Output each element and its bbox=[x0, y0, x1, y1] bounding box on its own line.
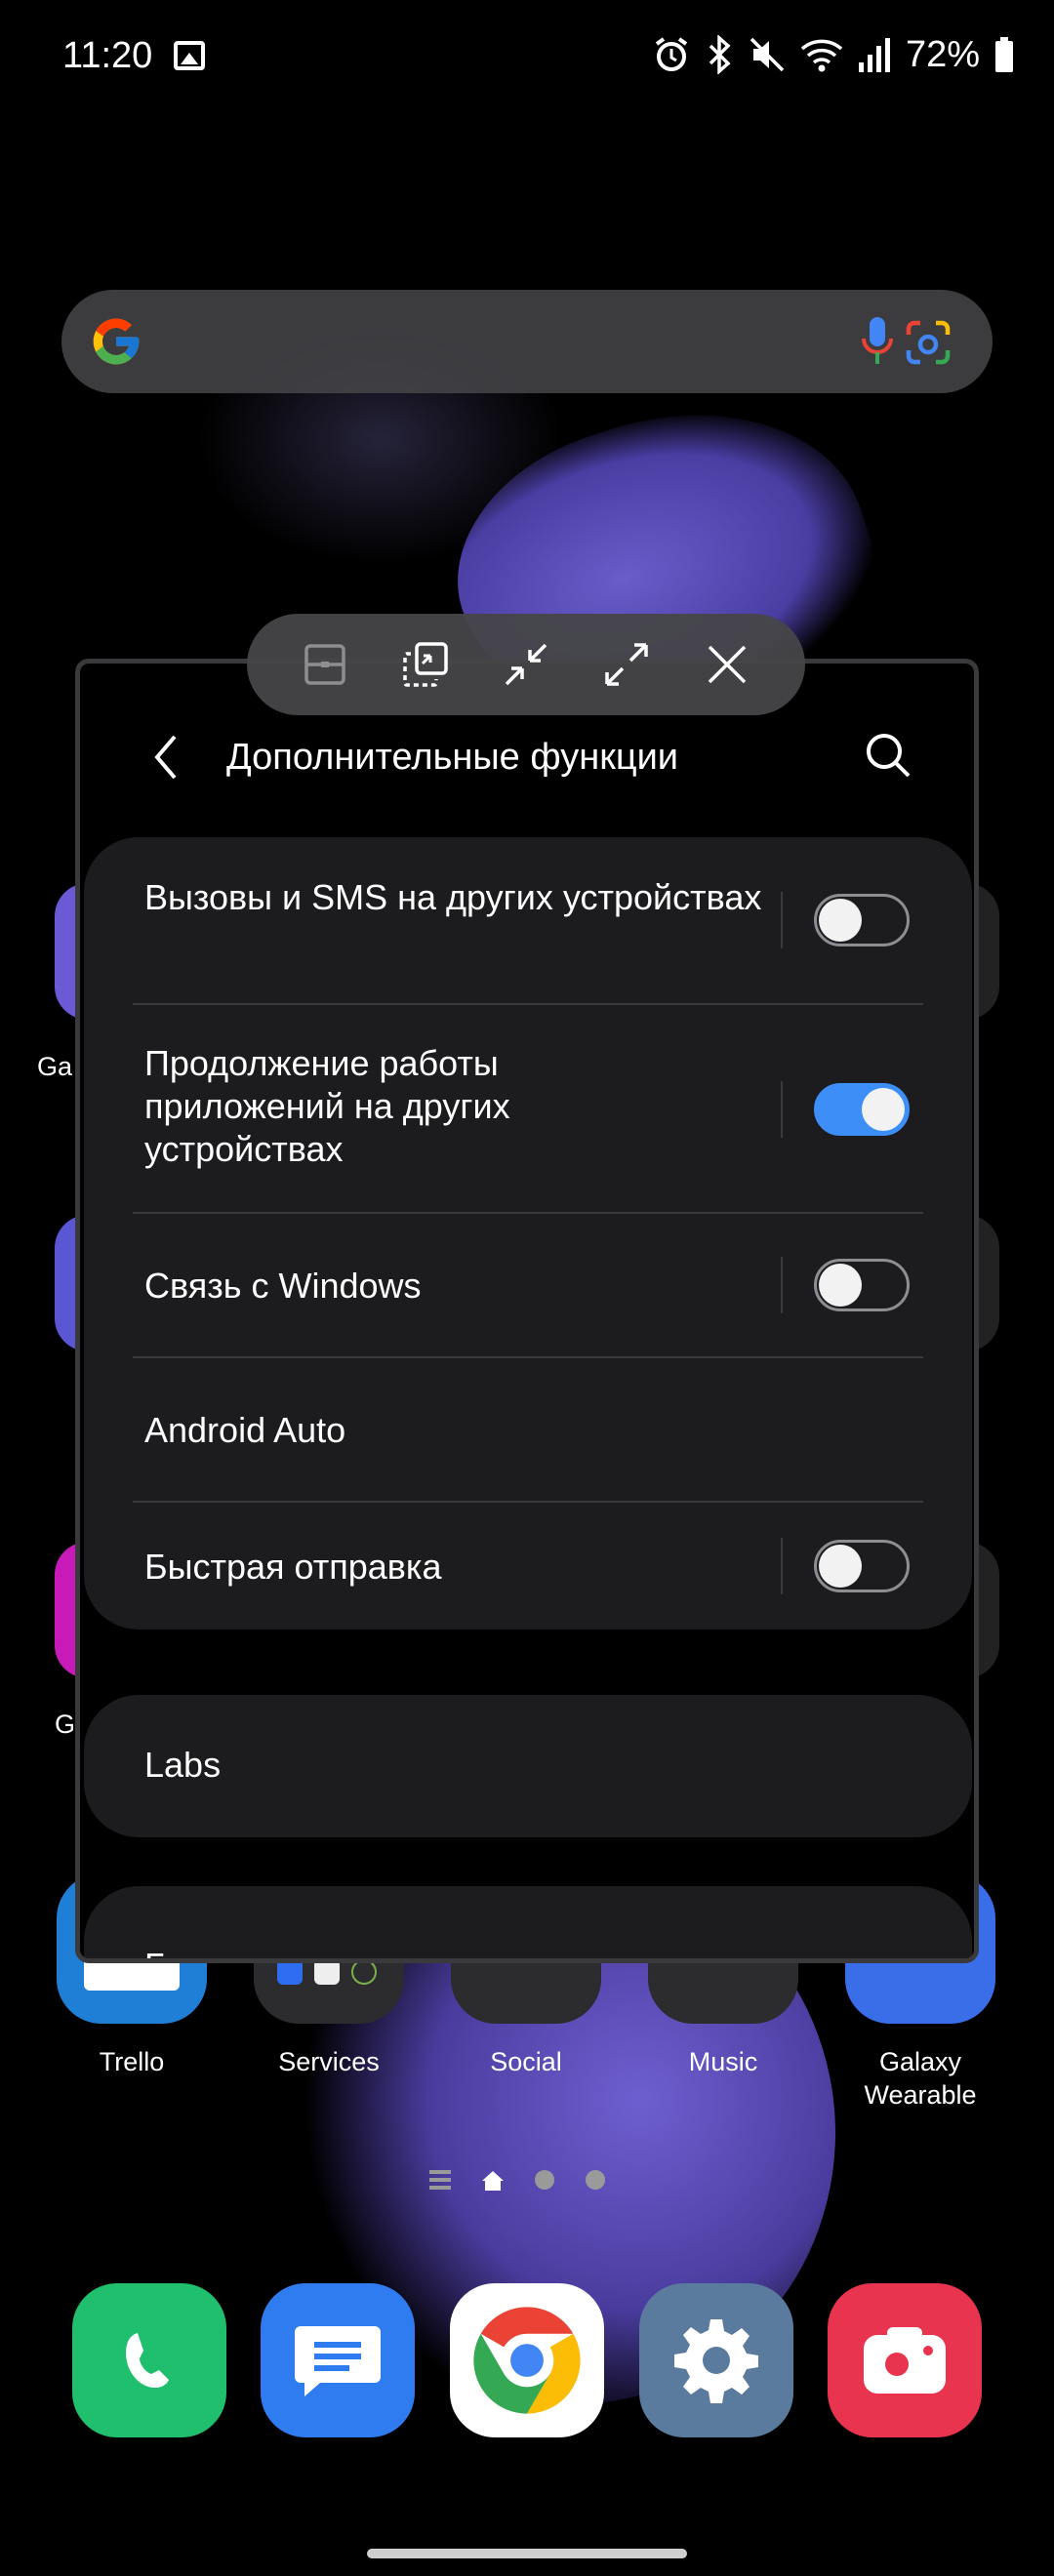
popup-window: Дополнительные функции Вызовы и SMS на д… bbox=[75, 659, 979, 1963]
wifi-icon bbox=[800, 39, 843, 72]
app-label: Ga bbox=[37, 1052, 73, 1081]
status-bar: 11:20 72% bbox=[0, 0, 1054, 117]
page-title: Дополнительные функции bbox=[226, 737, 679, 778]
page-dot bbox=[535, 2170, 554, 2190]
close-button[interactable] bbox=[688, 625, 766, 704]
clock: 11:20 bbox=[62, 35, 153, 76]
app-label: Social bbox=[490, 2047, 562, 2076]
camera-app-icon[interactable] bbox=[828, 2283, 983, 2437]
phone-app-icon[interactable] bbox=[71, 2283, 226, 2437]
setting-label: Быстрая отправка bbox=[144, 1547, 442, 1587]
page-dot bbox=[586, 2170, 605, 2190]
divider bbox=[781, 892, 783, 948]
setting-label: Связь с Windows bbox=[144, 1266, 422, 1306]
split-view-button[interactable] bbox=[286, 625, 364, 704]
setting-row-android-auto[interactable]: Android Auto bbox=[84, 1358, 972, 1501]
page-indicator[interactable] bbox=[429, 2170, 605, 2191]
app-label: Galaxy Wearable bbox=[864, 2047, 977, 2110]
setting-label: Labs bbox=[144, 1745, 222, 1785]
app-label: Music bbox=[688, 2047, 758, 2076]
divider bbox=[781, 1538, 783, 1594]
messages-app-icon[interactable] bbox=[261, 2283, 416, 2437]
message-icon bbox=[295, 2326, 382, 2396]
toggle-switch-off[interactable] bbox=[814, 1540, 910, 1592]
minimize-icon bbox=[505, 643, 547, 686]
setting-row-quick-share[interactable]: Быстрая отправка bbox=[84, 1503, 972, 1630]
chrome-app-icon[interactable] bbox=[449, 2283, 604, 2437]
image-notification-icon bbox=[174, 41, 205, 70]
battery-percent: 72% bbox=[905, 33, 980, 75]
google-g-logo bbox=[93, 318, 140, 365]
minimize-button[interactable] bbox=[487, 625, 565, 704]
mute-icon bbox=[750, 37, 785, 72]
setting-row-continue-apps[interactable]: Продолжение работы приложений на других … bbox=[84, 1005, 972, 1212]
battery-icon bbox=[995, 37, 1013, 72]
setting-row-calls-sms[interactable]: Вызовы и SMS на других устройствах bbox=[84, 837, 972, 1003]
dock bbox=[55, 2283, 999, 2437]
gesture-handle[interactable] bbox=[367, 2549, 687, 2558]
split-view-icon bbox=[304, 644, 345, 685]
home-page-icon bbox=[482, 2171, 504, 2191]
toggle-switch-on[interactable] bbox=[814, 1083, 910, 1136]
alarm-icon bbox=[655, 37, 688, 71]
chrome-icon bbox=[473, 2307, 581, 2414]
divider bbox=[781, 1081, 783, 1138]
pop-up-view-icon bbox=[403, 642, 448, 687]
app-label: G bbox=[55, 1710, 76, 1739]
gear-icon bbox=[673, 2319, 758, 2403]
back-arrow-icon bbox=[154, 735, 177, 780]
back-button[interactable] bbox=[137, 718, 195, 796]
google-search-bar[interactable] bbox=[61, 290, 993, 393]
setting-row-link-windows[interactable]: Связь с Windows bbox=[84, 1214, 972, 1356]
pop-up-view-button[interactable] bbox=[386, 625, 465, 704]
discover-page-icon bbox=[429, 2170, 451, 2190]
bluetooth-icon bbox=[709, 35, 731, 74]
setting-label: Боковая клавиша bbox=[144, 1945, 789, 1958]
divider bbox=[781, 1257, 783, 1313]
settings-card-side-key[interactable]: Боковая клавиша bbox=[84, 1886, 972, 1958]
setting-label: Android Auto bbox=[144, 1410, 346, 1450]
popup-window-toolbar bbox=[247, 614, 805, 715]
microphone-icon[interactable] bbox=[860, 315, 895, 368]
maximize-button[interactable] bbox=[588, 625, 666, 704]
setting-label: Вызовы и SMS на других устройствах bbox=[144, 877, 762, 917]
settings-card: Вызовы и SMS на других устройствах Продо… bbox=[84, 837, 972, 1630]
toggle-switch-off[interactable] bbox=[814, 1259, 910, 1311]
maximize-icon bbox=[605, 643, 648, 686]
app-label: Services bbox=[278, 2047, 380, 2076]
settings-app-icon[interactable] bbox=[638, 2283, 793, 2437]
toggle-switch-off[interactable] bbox=[814, 894, 910, 946]
setting-label: Продолжение работы приложений на других … bbox=[144, 1043, 510, 1169]
phone-icon bbox=[125, 2333, 169, 2388]
signal-icon bbox=[858, 38, 890, 72]
camera-icon bbox=[864, 2327, 947, 2394]
google-lens-icon[interactable] bbox=[905, 319, 952, 366]
close-icon bbox=[709, 645, 747, 684]
settings-card-labs[interactable]: Labs bbox=[84, 1695, 972, 1837]
app-label: Trello bbox=[99, 2047, 165, 2076]
search-button[interactable] bbox=[849, 716, 927, 794]
search-icon bbox=[867, 734, 911, 778]
status-icons: 72% bbox=[652, 33, 1015, 76]
